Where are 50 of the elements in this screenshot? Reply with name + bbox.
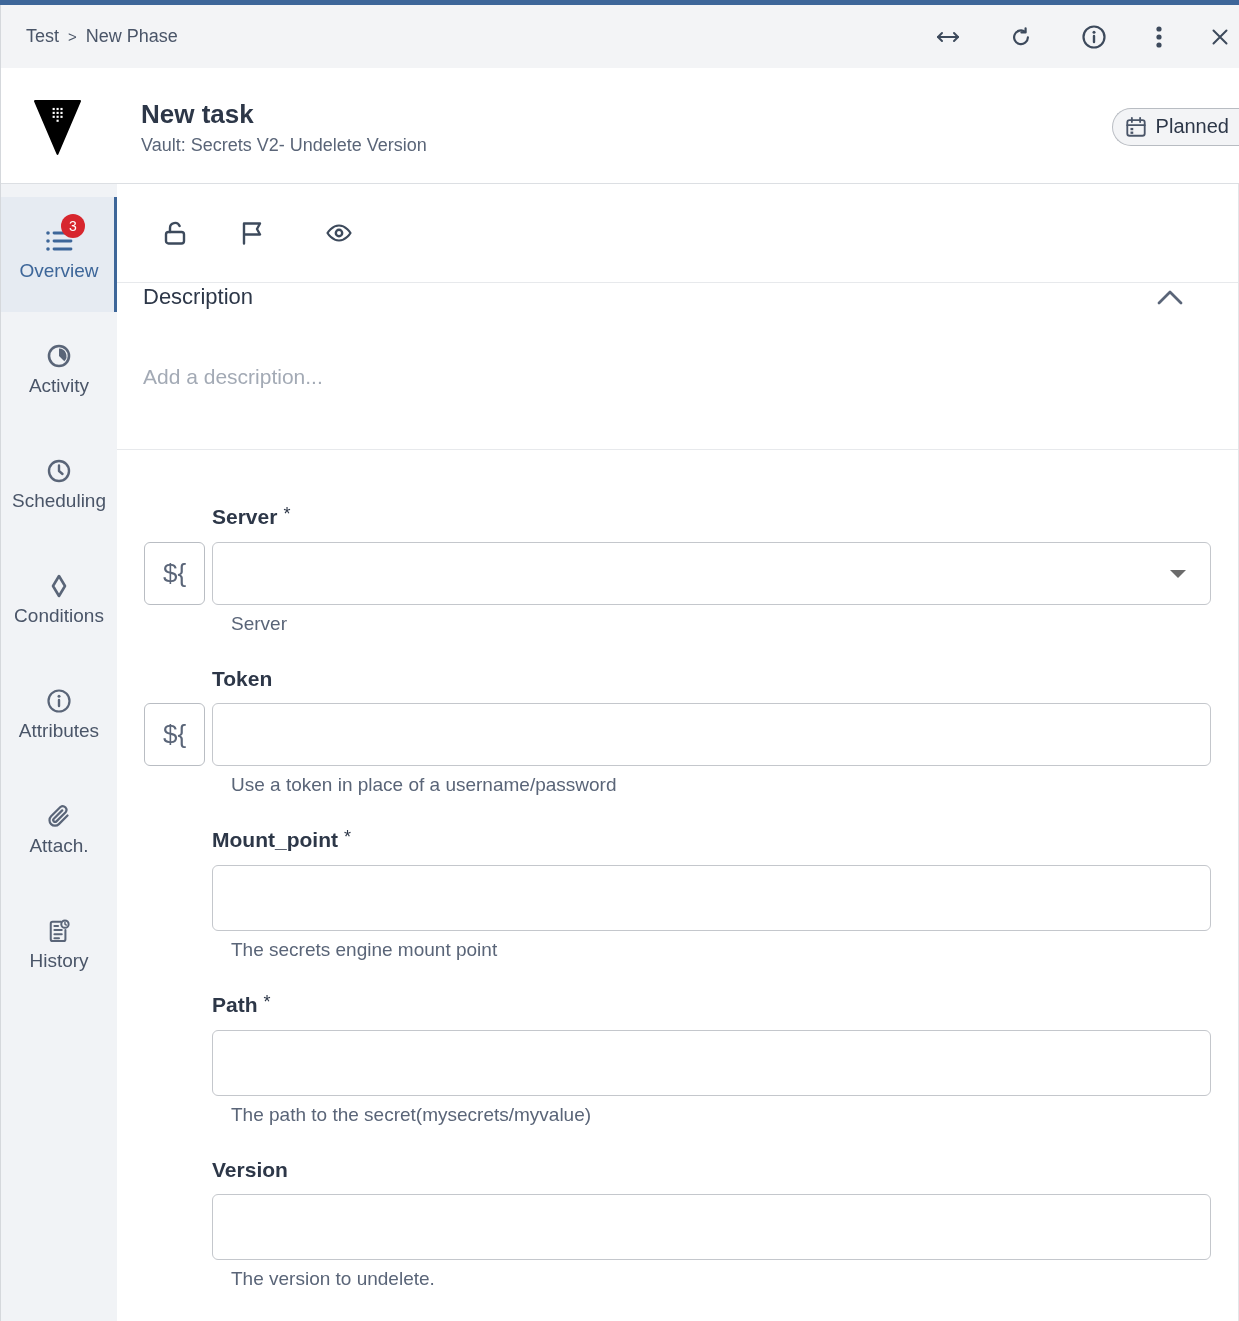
help-text: The secrets engine mount point (231, 939, 498, 961)
sidebar-item[interactable]: History (1, 887, 117, 1002)
flag-icon[interactable] (241, 221, 263, 245)
status-button[interactable]: Planned (1111, 107, 1239, 146)
field-label: Path $^{*}$ (212, 992, 271, 1018)
text-field[interactable] (212, 703, 1211, 766)
sidebar-item[interactable]: Attributes (1, 657, 117, 772)
sidebar-item[interactable]: Overview 3 (1, 197, 117, 312)
clipboard-clock-icon (48, 919, 70, 943)
variable-button[interactable]: ${ (144, 542, 205, 605)
text-field[interactable] (212, 865, 1211, 931)
clock-icon (47, 459, 71, 483)
help-text: The version to undelete. (231, 1268, 435, 1290)
help-text: Use a token in place of a username/password (231, 774, 617, 796)
info-icon (47, 689, 71, 713)
more-options-icon[interactable] (1156, 25, 1162, 48)
sidebar-item[interactable]: Scheduling (1, 427, 117, 542)
field-label: Server $^{*}$ (212, 504, 291, 530)
dropdown-field[interactable] (212, 542, 1211, 605)
refresh-icon[interactable] (1010, 25, 1032, 48)
sidebar-item[interactable]: Conditions (1, 542, 117, 657)
calendar-icon (1124, 115, 1147, 138)
task-subtitle: Vault: Secrets V2- Undelete Version (141, 133, 427, 157)
field-label: Token (212, 666, 273, 692)
description-field[interactable]: Add a description... (143, 357, 403, 397)
help-text: The path to the secret(mysecrets/myvalue) (231, 1104, 592, 1126)
double-arrow-icon[interactable] (936, 30, 960, 43)
text-field[interactable] (212, 1030, 1211, 1096)
breadcrumb-link[interactable]: Test (26, 26, 59, 47)
pie-chart-icon (47, 344, 71, 368)
sidebar-item[interactable]: Activity (1, 312, 117, 427)
count-badge: 3 (61, 214, 85, 238)
close-icon[interactable] (1212, 28, 1228, 45)
triangle-logo-icon (34, 99, 81, 155)
chevron-up-icon[interactable] (1157, 288, 1183, 306)
field-label: Mount_point $^{*}$ (212, 827, 351, 853)
breadcrumb-separator: > (68, 28, 77, 45)
variable-button[interactable]: ${ (144, 703, 205, 766)
help-text: Server (231, 613, 287, 635)
field-label: Version (212, 1157, 288, 1183)
breadcrumb-link[interactable]: New Phase (85, 26, 178, 47)
section-title: Description (143, 284, 254, 310)
text-field[interactable] (212, 1194, 1211, 1260)
sidebar-item[interactable]: Attach. (1, 772, 117, 887)
info-icon[interactable] (1082, 24, 1106, 49)
paperclip-icon (47, 804, 71, 828)
task-title: New task (141, 97, 254, 130)
caret-down-icon (1170, 569, 1186, 578)
unlocked-padlock-icon[interactable] (164, 221, 186, 245)
diamond-icon (51, 574, 67, 598)
